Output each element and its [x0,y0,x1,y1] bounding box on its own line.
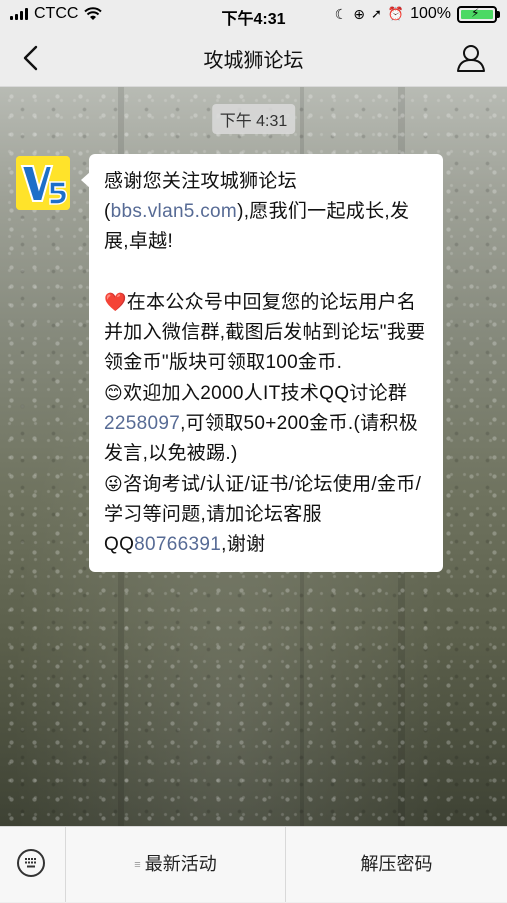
bottom-menu-bar: ≡ 最新活动 解压密码 [0,826,507,902]
alarm-icon: ⏰ [387,6,405,21]
lock-rotation-icon: ⊕ [353,5,365,22]
battery-icon [457,5,500,23]
location-icon: ➚ [370,6,382,21]
qq-service-link[interactable]: 80766391 [134,534,221,555]
battery-percent: 100% [410,5,451,22]
chat-area[interactable]: 下午 4:31 感谢您关注攻城狮论坛(bbs.vlan5.com),愿我们一起成… [0,87,507,826]
v5-logo-icon [16,156,70,210]
wink-icon: 😜 [104,474,124,494]
message-bubble[interactable]: 感谢您关注攻城狮论坛(bbs.vlan5.com),愿我们一起成长,发展,卓越!… [81,154,443,572]
moon-icon: ☾ [334,5,348,22]
message-timestamp: 下午 4:31 [211,104,296,134]
menu-latest-activities-label: 最新活动 [144,854,217,874]
message-paragraph-3: 😜咨询考试/认证/证书/论坛使用/金币/学习等问题,请加论坛客服QQ807663… [104,474,422,555]
keyboard-toggle-button[interactable] [0,827,66,902]
message-paragraph-2: 😊欢迎加入2000人IT技术QQ讨论群2258097,可领取50+200金币.(… [104,383,418,464]
page-title: 攻城狮论坛 [203,50,304,72]
status-right: ☾ ⊕ ➚ ⏰ 100% [334,5,500,23]
message-paragraph-1: ❤️在本公众号中回复您的论坛用户名并加入微信群,截图后发帖到论坛"我要领金币"版… [104,292,426,373]
nav-bar: 攻城狮论坛 [0,30,507,87]
avatar[interactable] [16,156,70,210]
menu-unzip-password[interactable]: 解压密码 [286,827,507,902]
menu-latest-activities[interactable]: ≡ 最新活动 [66,827,286,902]
smile-icon: 😊 [104,383,124,403]
menu-list-icon: ≡ [134,859,141,871]
keyboard-icon [17,849,45,877]
menu-unzip-password-label: 解压密码 [360,854,433,874]
status-bar: CTCC 下午4:31 ☾ ⊕ ➚ ⏰ 100% [0,0,507,30]
qq-group-link[interactable]: 2258097 [104,413,180,434]
profile-button[interactable] [455,42,487,74]
user-icon [457,45,485,72]
heart-icon: ❤️ [104,292,127,312]
message-intro: 感谢您关注攻城狮论坛(bbs.vlan5.com),愿我们一起成长,发展,卓越! [104,171,410,252]
forum-link[interactable]: bbs.vlan5.com [111,201,237,222]
